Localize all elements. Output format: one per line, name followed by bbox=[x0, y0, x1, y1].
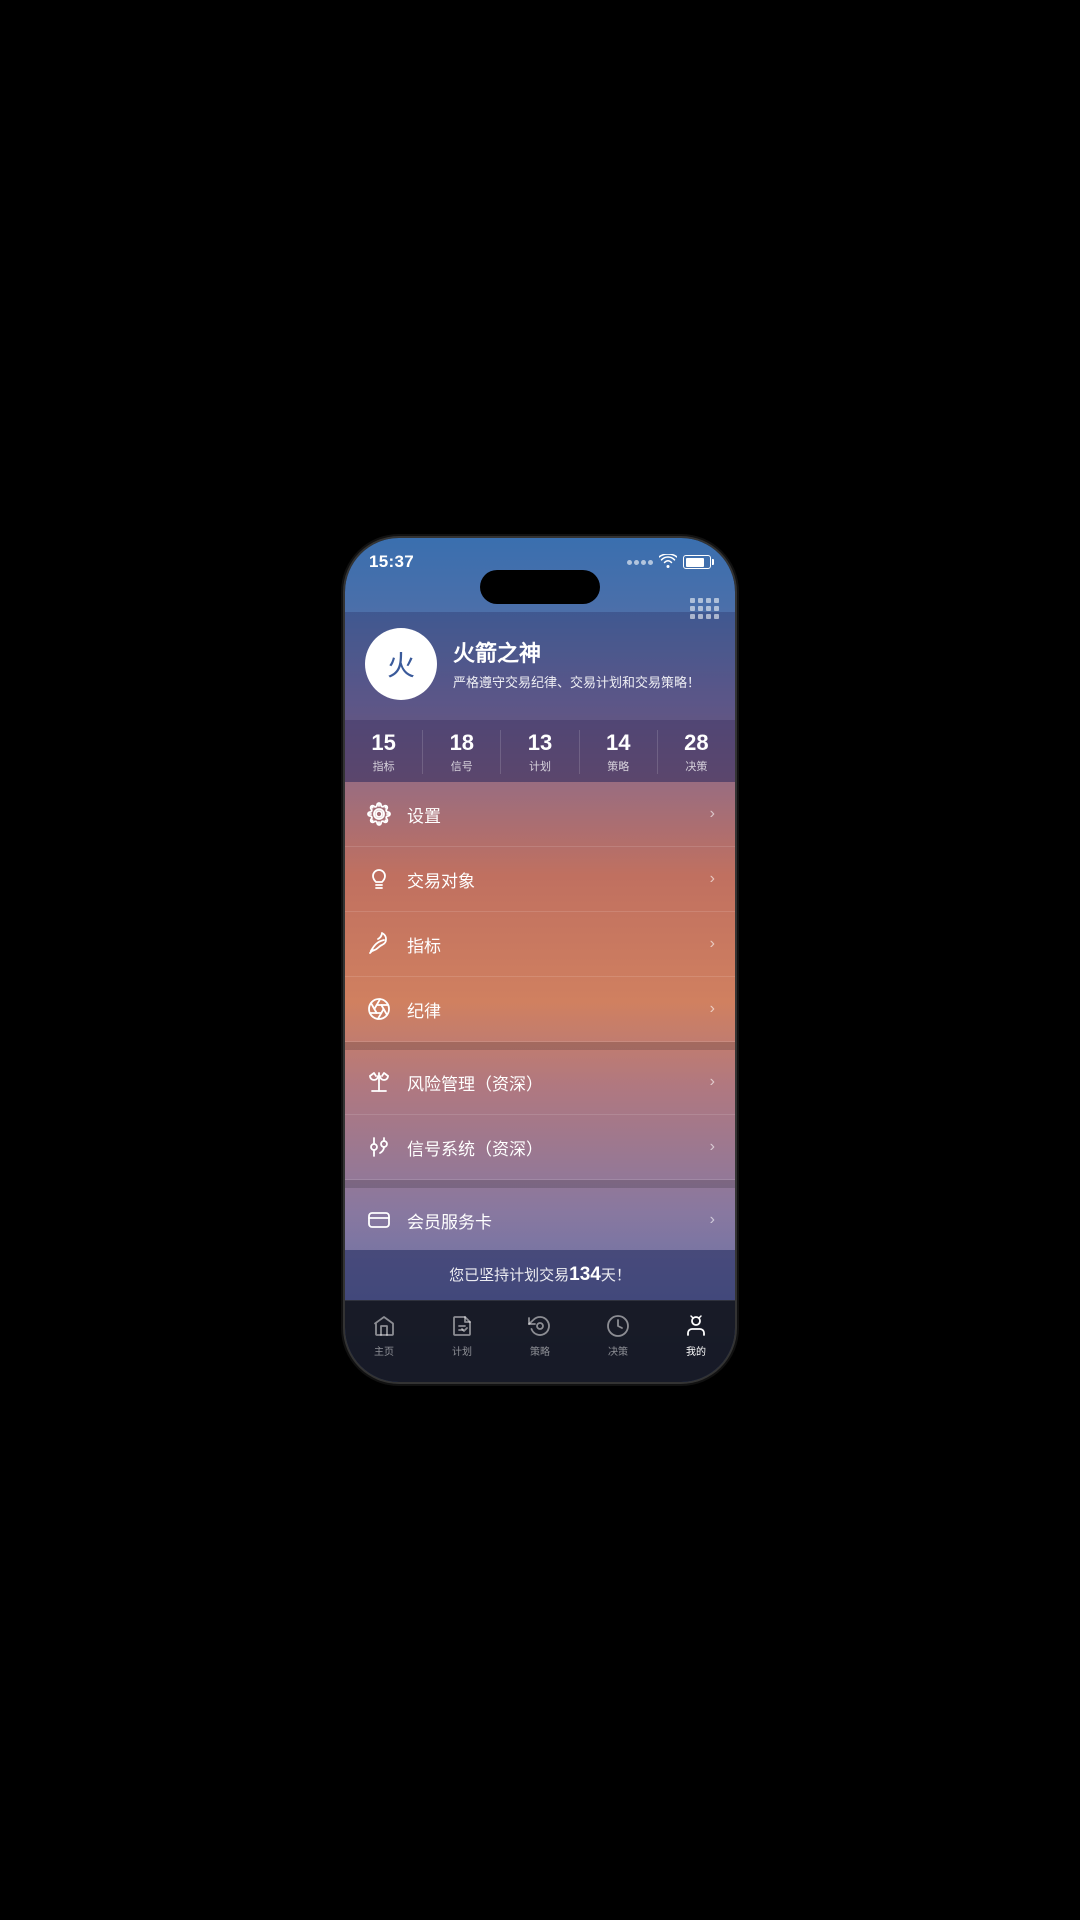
strategy-tab-icon bbox=[527, 1313, 553, 1339]
avatar: 火 bbox=[365, 628, 437, 700]
tab-decision[interactable]: 决策 bbox=[579, 1309, 657, 1362]
tab-label-plan: 计划 bbox=[452, 1343, 472, 1358]
menu-section-section2: 风险管理（资深） › 信号系统（资深） › bbox=[345, 1050, 735, 1180]
chevron-right-icon: › bbox=[710, 870, 715, 888]
leaf-icon bbox=[365, 930, 393, 958]
phone-frame: 15:37 bbox=[345, 538, 735, 1382]
stat-label-indicators: 指标 bbox=[373, 758, 395, 774]
menu-label-discipline: 纪律 bbox=[407, 997, 710, 1022]
stat-number-strategies: 14 bbox=[606, 730, 630, 756]
menu-label-risk-mgmt: 风险管理（资深） bbox=[407, 1070, 710, 1095]
banner-text: 您已坚持计划交易134天！ bbox=[449, 1267, 631, 1284]
menu-item-membership[interactable]: 会员服务卡 › bbox=[345, 1188, 735, 1250]
tab-bar: 主页 计划 策略 决策 我的 bbox=[345, 1300, 735, 1382]
stat-label-plans: 计划 bbox=[529, 758, 551, 774]
stat-indicators: 15 指标 bbox=[345, 730, 423, 774]
stat-label-strategies: 策略 bbox=[607, 758, 629, 774]
menu-label-membership: 会员服务卡 bbox=[407, 1208, 710, 1233]
home-tab-icon bbox=[371, 1313, 397, 1339]
status-icons bbox=[627, 554, 711, 571]
wifi-icon bbox=[659, 554, 677, 571]
menu-section-section1: 设置 › 交易对象 › 指标 › 纪律 › bbox=[345, 782, 735, 1042]
dynamic-island bbox=[480, 570, 600, 604]
battery-icon bbox=[683, 555, 711, 569]
profile-name: 火箭之神 bbox=[453, 636, 700, 668]
menu-item-signal-system[interactable]: 信号系统（资深） › bbox=[345, 1115, 735, 1180]
stat-signals: 18 信号 bbox=[423, 730, 501, 774]
stat-number-indicators: 15 bbox=[371, 730, 395, 756]
stat-plans: 13 计划 bbox=[501, 730, 579, 774]
chevron-right-icon: › bbox=[710, 1000, 715, 1018]
stat-number-signals: 18 bbox=[450, 730, 474, 756]
chevron-right-icon: › bbox=[710, 1073, 715, 1091]
stat-label-signals: 信号 bbox=[451, 758, 473, 774]
signal-icon bbox=[627, 560, 653, 565]
section-divider-1 bbox=[345, 1042, 735, 1050]
menu-label-indicators: 指标 bbox=[407, 932, 710, 957]
tab-plan[interactable]: 计划 bbox=[423, 1309, 501, 1362]
chevron-right-icon: › bbox=[710, 805, 715, 823]
card-icon bbox=[365, 1206, 393, 1234]
tab-strategy[interactable]: 策略 bbox=[501, 1309, 579, 1362]
tab-mine[interactable]: 我的 bbox=[657, 1309, 735, 1362]
tab-label-mine: 我的 bbox=[686, 1343, 706, 1358]
profile-info: 火箭之神 严格遵守交易纪律、交易计划和交易策略！ bbox=[453, 636, 700, 692]
stat-decisions: 28 决策 bbox=[658, 730, 735, 774]
banner-prefix: 您已坚持计划交易 bbox=[449, 1267, 569, 1284]
menu-label-signal-system: 信号系统（资深） bbox=[407, 1135, 710, 1160]
stat-strategies: 14 策略 bbox=[580, 730, 658, 774]
avatar-char: 火 bbox=[387, 644, 415, 684]
decision-tab-icon bbox=[605, 1313, 631, 1339]
status-time: 15:37 bbox=[369, 552, 414, 572]
stat-number-plans: 13 bbox=[528, 730, 552, 756]
bulb-icon bbox=[365, 865, 393, 893]
plan-tab-icon bbox=[449, 1313, 475, 1339]
scale-icon bbox=[365, 1068, 393, 1096]
profile-header: 火 火箭之神 严格遵守交易纪律、交易计划和交易策略！ bbox=[345, 612, 735, 720]
gear-icon bbox=[365, 800, 393, 828]
menu-list: 设置 › 交易对象 › 指标 › 纪律 › 风险管理（资深） › bbox=[345, 782, 735, 1250]
chevron-right-icon: › bbox=[710, 1211, 715, 1229]
tab-home[interactable]: 主页 bbox=[345, 1309, 423, 1362]
banner-days: 134 bbox=[569, 1264, 601, 1285]
menu-label-settings: 设置 bbox=[407, 802, 710, 827]
menu-item-risk-mgmt[interactable]: 风险管理（资深） › bbox=[345, 1050, 735, 1115]
tab-label-strategy: 策略 bbox=[530, 1343, 550, 1358]
fork-icon bbox=[365, 1133, 393, 1161]
stats-bar: 15 指标 18 信号 13 计划 14 策略 28 决策 bbox=[345, 720, 735, 782]
stat-number-decisions: 28 bbox=[684, 730, 708, 756]
menu-label-trade-objects: 交易对象 bbox=[407, 867, 710, 892]
aperture-icon bbox=[365, 995, 393, 1023]
tab-label-decision: 决策 bbox=[608, 1343, 628, 1358]
bottom-banner: 您已坚持计划交易134天！ bbox=[345, 1250, 735, 1300]
chevron-right-icon: › bbox=[710, 1138, 715, 1156]
profile-desc: 严格遵守交易纪律、交易计划和交易策略！ bbox=[453, 674, 700, 692]
menu-section-section3: 会员服务卡 › 关于银环蛇 › bbox=[345, 1188, 735, 1250]
stat-label-decisions: 决策 bbox=[685, 758, 707, 774]
banner-suffix: 天！ bbox=[601, 1267, 631, 1284]
tab-label-home: 主页 bbox=[374, 1343, 394, 1358]
menu-item-discipline[interactable]: 纪律 › bbox=[345, 977, 735, 1042]
person-tab-icon bbox=[683, 1313, 709, 1339]
menu-item-settings[interactable]: 设置 › bbox=[345, 782, 735, 847]
chevron-right-icon: › bbox=[710, 935, 715, 953]
screen: 15:37 bbox=[345, 538, 735, 1382]
menu-item-trade-objects[interactable]: 交易对象 › bbox=[345, 847, 735, 912]
section-divider-2 bbox=[345, 1180, 735, 1188]
grid-icon bbox=[690, 598, 719, 619]
menu-item-indicators[interactable]: 指标 › bbox=[345, 912, 735, 977]
